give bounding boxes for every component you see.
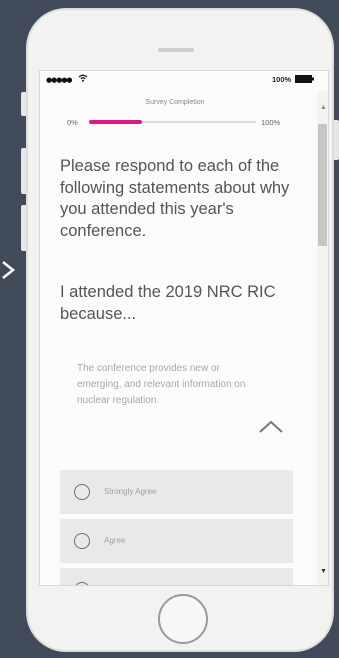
chevron-right-icon[interactable] — [0, 256, 18, 284]
radio-button[interactable] — [74, 582, 90, 585]
survey-instructions: Please respond to each of the following … — [60, 157, 290, 240]
option-partially-visible[interactable] — [60, 568, 293, 585]
radio-button[interactable] — [74, 484, 90, 500]
progress-bar-fill — [89, 120, 143, 124]
survey-statement: The conference provides new or emerging,… — [77, 363, 246, 406]
phone-screen: ●●●●● 100% Survey Completion 0% 100% ▲ ▼… — [39, 70, 329, 586]
battery-icon — [295, 75, 314, 83]
battery-percent: 100% — [272, 75, 292, 84]
progress-title: Survey Completion — [145, 99, 205, 106]
status-bar: ●●●●● 100% — [40, 71, 328, 87]
phone-speaker — [158, 48, 194, 52]
option-agree[interactable]: Agree — [60, 519, 293, 563]
option-label: Strongly Agree — [104, 487, 157, 496]
option-strongly-agree[interactable]: Strongly Agree — [60, 470, 293, 514]
scroll-up-arrow-icon[interactable]: ▲ — [320, 104, 327, 111]
signal-strength: ●●●●● — [46, 76, 73, 84]
phone-frame: ●●●●● 100% Survey Completion 0% 100% ▲ ▼… — [26, 8, 334, 652]
home-button[interactable] — [158, 594, 208, 644]
chevron-up-icon[interactable] — [258, 420, 284, 434]
question-lead: I attended the 2019 NRC RIC because... — [60, 283, 276, 323]
progress-bar — [89, 120, 256, 124]
wifi-icon — [78, 74, 88, 82]
option-label: Agree — [104, 536, 126, 545]
scrollbar-thumb[interactable] — [318, 124, 327, 246]
progress-min-label: 0% — [67, 118, 78, 127]
radio-button[interactable] — [74, 533, 90, 549]
progress-max-label: 100% — [261, 118, 281, 127]
scroll-down-arrow-icon[interactable]: ▼ — [320, 568, 327, 575]
